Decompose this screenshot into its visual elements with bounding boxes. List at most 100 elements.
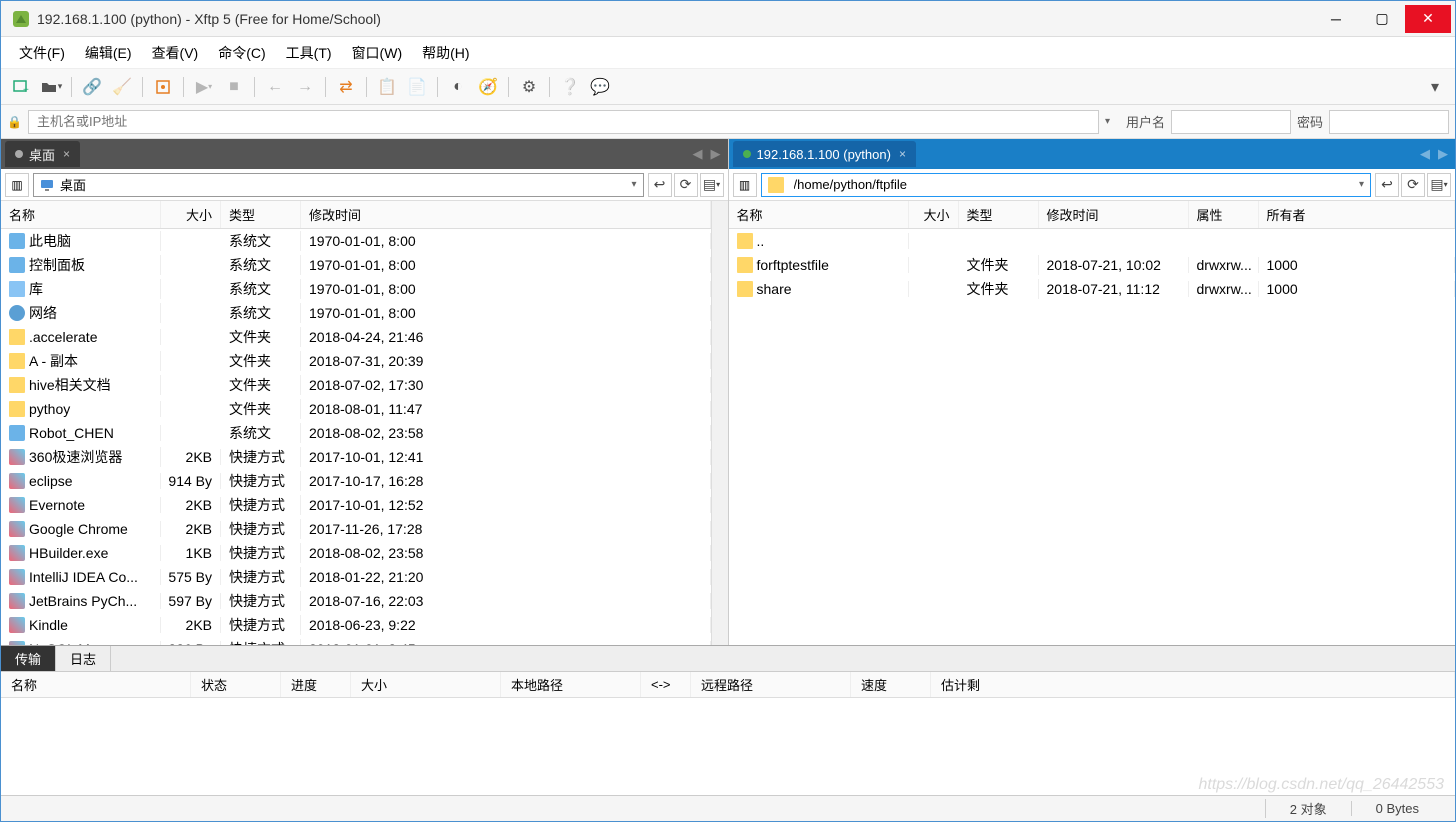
col-name[interactable]: 名称 (1, 201, 161, 228)
file-type: 文件夹 (221, 351, 301, 371)
col-owner[interactable]: 所有者 (1259, 201, 1456, 228)
col-type[interactable]: 类型 (959, 201, 1039, 228)
remote-path-box[interactable]: /home/python/ftpfile ▾ (761, 173, 1372, 197)
col-size[interactable]: 大小 (161, 201, 221, 228)
tcol-speed[interactable]: 速度 (851, 672, 931, 697)
link-icon[interactable]: 🔗 (78, 73, 106, 101)
user-input[interactable] (1171, 110, 1291, 134)
sidebar-toggle-icon[interactable]: ▥ (733, 173, 757, 197)
menu-window[interactable]: 窗口(W) (344, 39, 411, 67)
tcol-status[interactable]: 状态 (191, 672, 281, 697)
menu-tools[interactable]: 工具(T) (278, 39, 340, 67)
transfer-icon[interactable]: ⇄ (332, 73, 360, 101)
newfolder-icon[interactable]: ▤▾ (700, 173, 724, 197)
col-mtime[interactable]: 修改时间 (301, 201, 711, 228)
table-row[interactable]: 360极速浏览器2KB快捷方式2017-10-01, 12:41 (1, 445, 711, 469)
local-path-box[interactable]: 桌面 ▾ (33, 173, 644, 197)
table-row[interactable]: A - 副本文件夹2018-07-31, 20:39 (1, 349, 711, 373)
tab-close-icon[interactable]: × (899, 147, 906, 161)
table-row[interactable]: NoSQL Manag...826 By快捷方式2018-01-01, 8:45 (1, 637, 711, 645)
local-file-list[interactable]: 名称 大小 类型 修改时间 此电脑系统文1970-01-01, 8:00控制面板… (1, 201, 711, 645)
sidebar-toggle-icon[interactable]: ▥ (5, 173, 29, 197)
table-row[interactable]: Robot_CHEN系统文2018-08-02, 23:58 (1, 421, 711, 445)
table-row[interactable]: IntelliJ IDEA Co...575 By快捷方式2018-01-22,… (1, 565, 711, 589)
explorer-icon[interactable]: 🧭 (474, 73, 502, 101)
menu-file[interactable]: 文件(F) (11, 39, 73, 67)
tab-remote[interactable]: 192.168.1.100 (python) × (733, 141, 916, 167)
tcol-eta[interactable]: 估计剩 (931, 672, 1455, 697)
table-row[interactable]: Evernote2KB快捷方式2017-10-01, 12:52 (1, 493, 711, 517)
refresh-icon[interactable]: ⟳ (1401, 173, 1425, 197)
host-dropdown-icon[interactable]: ▾ (1105, 116, 1110, 127)
tab-close-icon[interactable]: × (63, 147, 70, 161)
open-icon[interactable]: ▾ (37, 73, 65, 101)
menu-view[interactable]: 查看(V) (144, 39, 207, 67)
file-type: 文件夹 (221, 327, 301, 347)
table-row[interactable]: HBuilder.exe1KB快捷方式2018-08-02, 23:58 (1, 541, 711, 565)
path-history-icon[interactable]: ↩ (648, 173, 672, 197)
pass-label: 密码 (1291, 112, 1329, 131)
tab-log[interactable]: 日志 (56, 646, 111, 671)
table-row[interactable]: share文件夹2018-07-21, 11:12drwxrw...1000 (729, 277, 1456, 301)
tcol-name[interactable]: 名称 (1, 672, 191, 697)
table-row[interactable]: Kindle2KB快捷方式2018-06-23, 9:22 (1, 613, 711, 637)
path-dropdown-icon[interactable]: ▾ (631, 179, 636, 190)
table-row[interactable]: .. (729, 229, 1456, 253)
col-mtime[interactable]: 修改时间 (1039, 201, 1189, 228)
file-mtime: 2018-04-24, 21:46 (301, 329, 711, 345)
local-scrollbar[interactable] (711, 201, 728, 645)
table-row[interactable]: JetBrains PyCh...597 By快捷方式2018-07-16, 2… (1, 589, 711, 613)
table-row[interactable]: .accelerate文件夹2018-04-24, 21:46 (1, 325, 711, 349)
properties-icon[interactable] (149, 73, 177, 101)
col-type[interactable]: 类型 (221, 201, 301, 228)
tcol-progress[interactable]: 进度 (281, 672, 351, 697)
path-dropdown-icon[interactable]: ▾ (1359, 179, 1364, 190)
table-row[interactable]: 此电脑系统文1970-01-01, 8:00 (1, 229, 711, 253)
tcol-size[interactable]: 大小 (351, 672, 501, 697)
tab-desktop[interactable]: 桌面 × (5, 141, 80, 167)
refresh-icon[interactable]: ⟳ (674, 173, 698, 197)
host-input[interactable] (28, 110, 1099, 134)
system-icon (9, 233, 25, 249)
minimize-button[interactable]: ─ (1313, 5, 1359, 33)
table-row[interactable]: eclipse914 By快捷方式2017-10-17, 16:28 (1, 469, 711, 493)
terminal-icon[interactable]: ◐ (444, 73, 472, 101)
close-button[interactable]: ✕ (1405, 5, 1451, 33)
tab-prev-icon[interactable]: ◀ (1417, 146, 1433, 162)
tab-next-icon[interactable]: ▶ (708, 146, 724, 162)
menu-edit[interactable]: 编辑(E) (77, 39, 140, 67)
table-row[interactable]: 控制面板系统文1970-01-01, 8:00 (1, 253, 711, 277)
help-icon[interactable]: ❔ (556, 73, 584, 101)
settings-icon[interactable]: ⚙ (515, 73, 543, 101)
table-row[interactable]: forftptestfile文件夹2018-07-21, 10:02drwxrw… (729, 253, 1456, 277)
tab-next-icon[interactable]: ▶ (1435, 146, 1451, 162)
menu-command[interactable]: 命令(C) (210, 39, 273, 67)
col-size[interactable]: 大小 (909, 201, 959, 228)
col-name[interactable]: 名称 (729, 201, 909, 228)
tcol-dir[interactable]: <-> (641, 672, 691, 697)
newfolder-icon[interactable]: ▤▾ (1427, 173, 1451, 197)
menu-help[interactable]: 帮助(H) (414, 39, 477, 67)
path-history-icon[interactable]: ↩ (1375, 173, 1399, 197)
transfer-tabs: 传输 日志 (1, 646, 1455, 672)
new-session-icon[interactable]: + (7, 73, 35, 101)
separator (142, 77, 143, 97)
table-row[interactable]: Google Chrome2KB快捷方式2017-11-26, 17:28 (1, 517, 711, 541)
table-row[interactable]: pythoy文件夹2018-08-01, 11:47 (1, 397, 711, 421)
tab-transfer[interactable]: 传输 (1, 646, 56, 671)
maximize-button[interactable]: ▢ (1359, 5, 1405, 33)
remote-file-list[interactable]: 名称 大小 类型 修改时间 属性 所有者 ..forftptestfile文件夹… (729, 201, 1456, 645)
table-row[interactable]: hive相关文档文件夹2018-07-02, 17:30 (1, 373, 711, 397)
tcol-remote[interactable]: 远程路径 (691, 672, 851, 697)
pass-input[interactable] (1329, 110, 1449, 134)
table-row[interactable]: 网络系统文1970-01-01, 8:00 (1, 301, 711, 325)
feedback-icon[interactable]: 💬 (586, 73, 614, 101)
tab-prev-icon[interactable]: ◀ (690, 146, 706, 162)
toolbar-menu-icon[interactable]: ▾ (1421, 73, 1449, 101)
statusbar: 2 对象 0 Bytes (1, 795, 1455, 821)
file-mtime: 1970-01-01, 8:00 (301, 305, 711, 321)
tcol-local[interactable]: 本地路径 (501, 672, 641, 697)
col-attr[interactable]: 属性 (1189, 201, 1259, 228)
table-row[interactable]: 库系统文1970-01-01, 8:00 (1, 277, 711, 301)
separator (508, 77, 509, 97)
